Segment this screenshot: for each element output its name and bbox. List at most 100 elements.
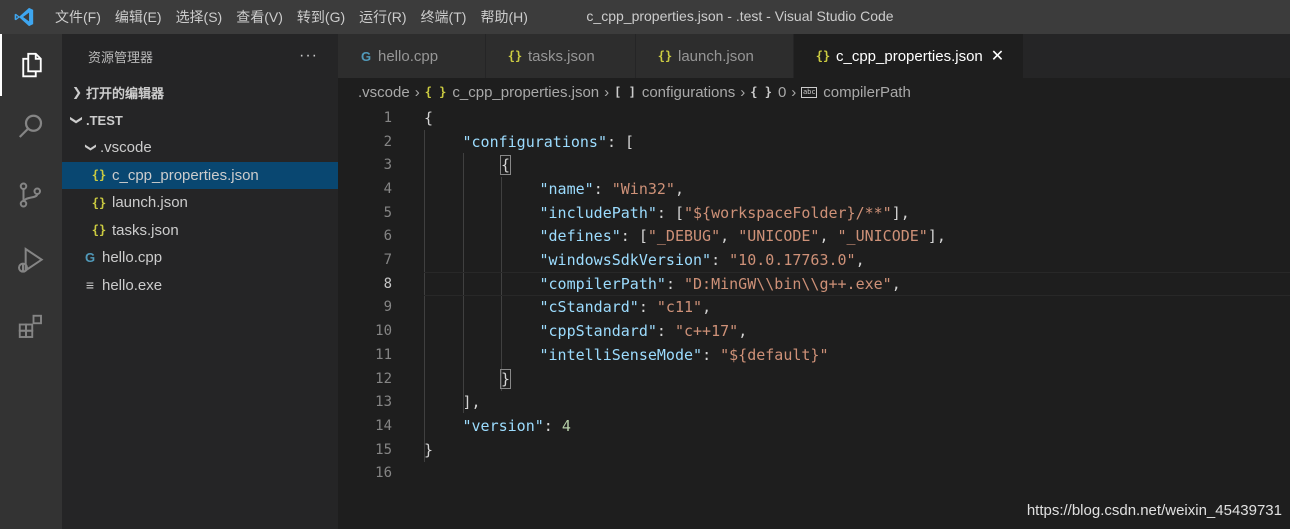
run-debug-icon[interactable] — [0, 230, 62, 292]
code-line[interactable]: 7 "windowsSdkVersion": "10.0.17763.0", — [338, 248, 1290, 272]
code-token-punc: , — [819, 227, 838, 246]
code-line[interactable]: 11 "intelliSenseMode": "${default}" — [338, 343, 1290, 367]
breadcrumb-property[interactable]: compilerPath — [823, 84, 911, 101]
code-line[interactable]: 5 "includePath": ["${workspaceFolder}/**"… — [338, 201, 1290, 225]
workspace-folder-section[interactable]: ❯ .TEST — [62, 106, 338, 134]
code-line[interactable]: 10 "cppStandard": "c++17", — [338, 319, 1290, 343]
tree-folder-vscode[interactable]: ❯ .vscode — [62, 134, 338, 162]
tree-item-c-cpp-properties[interactable]: {} c_cpp_properties.json — [62, 161, 338, 189]
sidebar-header: 资源管理器 ··· — [62, 34, 338, 78]
code-line[interactable]: 6 "defines": ["_DEBUG", "UNICODE", "_UNIC… — [338, 225, 1290, 249]
vscode-logo-icon[interactable] — [0, 0, 48, 34]
code-line[interactable]: 3{ — [338, 153, 1290, 177]
breadcrumb-file[interactable]: c_cpp_properties.json — [452, 84, 599, 101]
code-text: "intelliSenseMode": "${default}" — [540, 346, 829, 364]
code-text: } — [424, 441, 433, 459]
code-token-str: "c++17" — [674, 322, 739, 341]
code-line[interactable]: 16 — [338, 462, 1290, 486]
line-number: 2 — [383, 133, 392, 150]
code-token-str: "UNICODE" — [738, 227, 820, 246]
menu-bar: 文件(F) 编辑(E) 选择(S) 查看(V) 转到(G) 运行(R) 终端(T… — [48, 0, 535, 34]
menu-run[interactable]: 运行(R) — [352, 0, 413, 34]
code-token-key: "windowsSdkVersion" — [539, 251, 712, 270]
code-token-punc: } — [424, 440, 434, 459]
activity-bar — [0, 34, 62, 529]
code-line[interactable]: 8 "compilerPath": "D:MinGW\\bin\\g++.exe"… — [338, 272, 1290, 296]
code-token-punc: , — [855, 251, 865, 270]
code-line[interactable]: 15} — [338, 438, 1290, 462]
menu-view[interactable]: 查看(V) — [229, 0, 290, 34]
tab-hello-cpp[interactable]: G hello.cpp — [338, 34, 486, 78]
breadcrumb-object[interactable]: 0 — [778, 84, 786, 101]
code-token-str: "${default}" — [720, 345, 829, 364]
code-token-punc: : — [593, 179, 612, 198]
code-token-num: 4 — [561, 416, 571, 435]
more-actions-icon[interactable]: ··· — [299, 47, 318, 65]
extensions-icon[interactable] — [0, 296, 62, 358]
menu-help[interactable]: 帮助(H) — [473, 0, 534, 34]
code-text: } — [499, 368, 512, 389]
source-control-icon[interactable] — [0, 164, 62, 226]
open-editors-section[interactable]: ❯ 打开的编辑器 — [62, 78, 338, 106]
tree-item-label: c_cpp_properties.json — [112, 166, 259, 184]
watermark: https://blog.csdn.net/weixin_45439731 — [1026, 502, 1282, 519]
menu-edit[interactable]: 编辑(E) — [108, 0, 169, 34]
code-editor[interactable]: 1{2 "configurations": [3{4 "name": "Win32"… — [338, 106, 1290, 529]
workspace-folder-label: .TEST — [86, 112, 123, 128]
code-token-punc: , — [674, 179, 684, 198]
chevron-right-icon: ❯ — [71, 85, 83, 99]
tab-label: launch.json — [678, 47, 754, 65]
code-token-punc: : [ — [656, 203, 684, 222]
code-text: "cStandard": "c11", — [540, 298, 712, 316]
open-editors-label: 打开的编辑器 — [86, 85, 165, 101]
line-number: 3 — [383, 157, 392, 174]
code-token-punc: : — [638, 298, 657, 317]
code-token-key: "configurations" — [462, 132, 608, 151]
code-token-str: "_UNICODE" — [837, 227, 928, 246]
breadcrumb-folder[interactable]: .vscode — [358, 84, 410, 101]
code-line[interactable]: 1{ — [338, 106, 1290, 130]
tree-item-label: hello.exe — [102, 276, 163, 294]
tree-item-hello-exe[interactable]: ≡ hello.exe — [62, 272, 338, 300]
files-icon[interactable] — [0, 34, 62, 96]
tree-item-tasks[interactable]: {} tasks.json — [62, 217, 338, 245]
code-token-punc: : — [543, 416, 562, 435]
tab-label: c_cpp_properties.json — [836, 47, 983, 65]
menu-go[interactable]: 转到(G) — [290, 0, 352, 34]
tab-c-cpp-properties-json[interactable]: {} c_cpp_properties.json ✕ — [794, 34, 1024, 78]
code-token-punc: : — [702, 345, 721, 364]
tab-tasks-json[interactable]: {} tasks.json — [486, 34, 636, 78]
code-line[interactable]: 13], — [338, 390, 1290, 414]
code-line[interactable]: 2 "configurations": [ — [338, 130, 1290, 154]
tree-item-launch[interactable]: {} launch.json — [62, 189, 338, 217]
tree-item-hello-cpp[interactable]: G hello.cpp — [62, 244, 338, 272]
code-line[interactable]: 4 "name": "Win32", — [338, 177, 1290, 201]
code-text: "version": 4 — [463, 417, 571, 435]
menu-file[interactable]: 文件(F) — [48, 0, 108, 34]
json-icon: {} — [91, 223, 107, 238]
line-number: 7 — [383, 252, 392, 269]
json-icon: {} — [91, 195, 107, 210]
code-token-punc: ], — [462, 393, 481, 412]
line-number: 11 — [375, 346, 392, 363]
menu-terminal[interactable]: 终端(T) — [414, 0, 474, 34]
editor-tab-bar: G hello.cpp {} tasks.json {} launch.json… — [338, 34, 1290, 78]
line-number: 14 — [375, 417, 392, 434]
code-line[interactable]: 14 "version": 4 — [338, 414, 1290, 438]
tab-launch-json[interactable]: {} launch.json — [636, 34, 794, 78]
menu-selection[interactable]: 选择(S) — [169, 0, 230, 34]
code-text: "defines": ["_DEBUG", "UNICODE", "_UNICO… — [540, 227, 946, 245]
code-line[interactable]: 9 "cStandard": "c11", — [338, 296, 1290, 320]
chevron-down-icon: ❯ — [84, 143, 97, 153]
code-text: { — [424, 109, 433, 127]
code-token-punc: , — [738, 322, 748, 341]
code-line[interactable]: 12} — [338, 367, 1290, 391]
chevron-right-icon: › — [740, 83, 746, 101]
code-token-punc: : [ — [620, 227, 648, 246]
code-token-str: "${workspaceFolder}/**" — [684, 203, 892, 222]
close-icon[interactable]: ✕ — [991, 46, 1004, 66]
object-icon: { } — [750, 85, 772, 99]
code-token-key: "intelliSenseMode" — [539, 345, 703, 364]
breadcrumb-array[interactable]: configurations — [642, 84, 735, 101]
search-icon[interactable] — [0, 96, 62, 158]
